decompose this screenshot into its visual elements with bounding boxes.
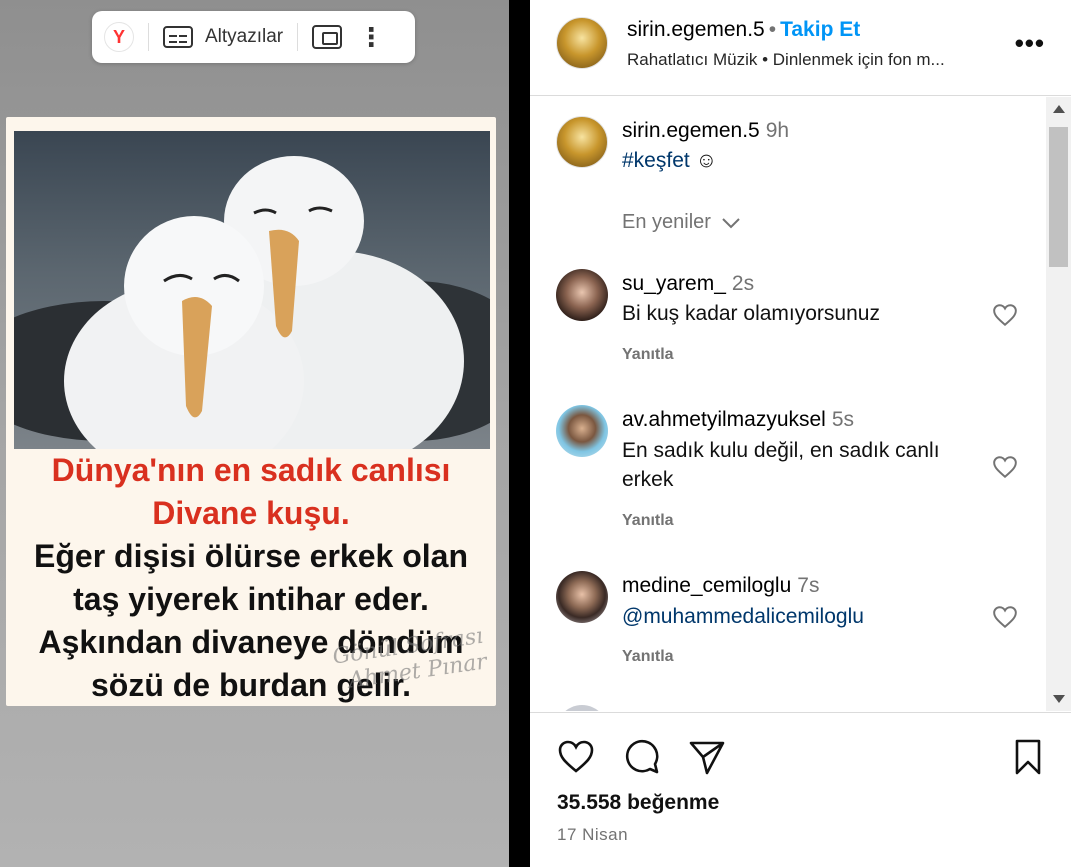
more-vertical-icon[interactable]: ⋮ [358, 24, 384, 50]
toolbar-divider [148, 23, 149, 51]
like-count[interactable]: 35.558 beğenme [557, 791, 719, 815]
pane-divider [509, 0, 530, 867]
caption-text: #keşfet ☺ [622, 146, 972, 175]
comment-username-link[interactable]: av.ahmetyilmazyuksel [622, 408, 826, 431]
post-date[interactable]: 17 Nisan [557, 825, 628, 845]
follow-button[interactable]: Takip Et [780, 18, 860, 41]
reply-button[interactable]: Yanıtla [622, 648, 674, 666]
smile-emoji: ☺ [695, 149, 718, 172]
reply-button[interactable]: Yanıtla [622, 346, 674, 364]
caption-header: sirin.egemen.5 9h [622, 119, 789, 143]
audio-link[interactable]: Rahatlatıcı Müzik • Dinlenmek için fon m… [627, 50, 945, 70]
comment-header: medine_cemiloglu 7s [622, 574, 819, 598]
comments-list[interactable]: sirin.egemen.5 9h #keşfet ☺ En yeniler su… [530, 97, 1071, 711]
comment-time: 5s [831, 408, 855, 431]
scroll-up-arrow-icon[interactable] [1053, 105, 1065, 113]
image-text-line: Eğer dişisi ölürse erkek olan [34, 538, 468, 574]
reply-button[interactable]: Yanıtla [622, 512, 674, 530]
picture-in-picture-icon[interactable] [312, 25, 343, 49]
sort-dropdown[interactable]: En yeniler [622, 211, 741, 234]
comment-text: En sadık kulu değil, en sadık canlı erke… [622, 439, 940, 491]
video-toolbar: Y Altyazılar ⋮ [92, 11, 415, 63]
like-heart-icon[interactable] [556, 737, 596, 777]
toolbar-divider [297, 23, 299, 51]
bookmark-icon[interactable] [1008, 737, 1048, 777]
share-send-icon[interactable] [687, 737, 727, 777]
caption-username-link[interactable]: sirin.egemen.5 [622, 119, 760, 142]
scroll-thumb[interactable] [1049, 127, 1068, 267]
albatross-photo [14, 131, 490, 449]
comment-header: su_yarem_ 2s [622, 272, 754, 296]
chevron-down-icon [721, 218, 740, 229]
author-username-link[interactable]: sirin.egemen.5 [627, 18, 765, 41]
post-author: sirin.egemen.5 • Takip Et [627, 18, 860, 42]
avatar[interactable] [556, 705, 608, 711]
comment-bubble-icon[interactable] [622, 737, 662, 777]
more-options-icon[interactable]: ••• [1015, 28, 1045, 59]
sort-label: En yeniler [622, 211, 711, 233]
comment-text: @muhammedalicemiloglu [622, 602, 972, 631]
caption-time: 9h [765, 119, 790, 142]
avatar[interactable] [556, 571, 608, 623]
heart-icon[interactable] [992, 605, 1018, 629]
image-text-line: Divane kuşu. [152, 495, 350, 531]
post-sidebar: sirin.egemen.5 • Takip Et Rahatlatıcı Müzi… [530, 0, 1071, 867]
post-image-card: Dünya'nın en sadık canlısı Divane kuşu. … [6, 117, 496, 706]
hashtag-link[interactable]: #keşfet [622, 149, 690, 172]
post-header: sirin.egemen.5 • Takip Et Rahatlatıcı Müzi… [530, 0, 1071, 96]
avatar[interactable] [556, 17, 608, 69]
separator-dot: • [768, 18, 777, 41]
image-text-line: taş yiyerek intihar eder. [73, 581, 429, 617]
heart-icon[interactable] [992, 303, 1018, 327]
comment-text: Bi kuş kadar olamıyorsunuz [622, 302, 880, 325]
mention-link[interactable]: @muhammedalicemiloglu [622, 605, 864, 628]
subtitles-button[interactable]: Altyazılar [205, 26, 283, 48]
comment-username-link[interactable]: medine_cemiloglu [622, 574, 791, 597]
comment-time: 2s [731, 272, 755, 295]
post-actions: 35.558 beğenme 17 Nisan [530, 712, 1071, 867]
comments-scrollbar[interactable] [1046, 97, 1071, 711]
albatross-illustration [14, 156, 490, 449]
comment-time: 7s [797, 574, 820, 597]
scroll-down-arrow-icon[interactable] [1053, 695, 1065, 703]
comment-username-link[interactable]: su_yarem_ [622, 272, 726, 295]
yandex-icon[interactable]: Y [104, 22, 134, 52]
image-text-line: Dünya'nın en sadık canlısı [51, 452, 451, 488]
heart-icon[interactable] [992, 455, 1018, 479]
avatar[interactable] [556, 116, 608, 168]
avatar[interactable] [556, 269, 608, 321]
subtitles-icon[interactable] [163, 26, 193, 48]
comment-header: av.ahmetyilmazyuksel 5s [622, 408, 854, 432]
avatar[interactable] [556, 405, 608, 457]
media-pane[interactable]: Y Altyazılar ⋮ Dünya'nın en sadık canlıs… [0, 0, 509, 867]
